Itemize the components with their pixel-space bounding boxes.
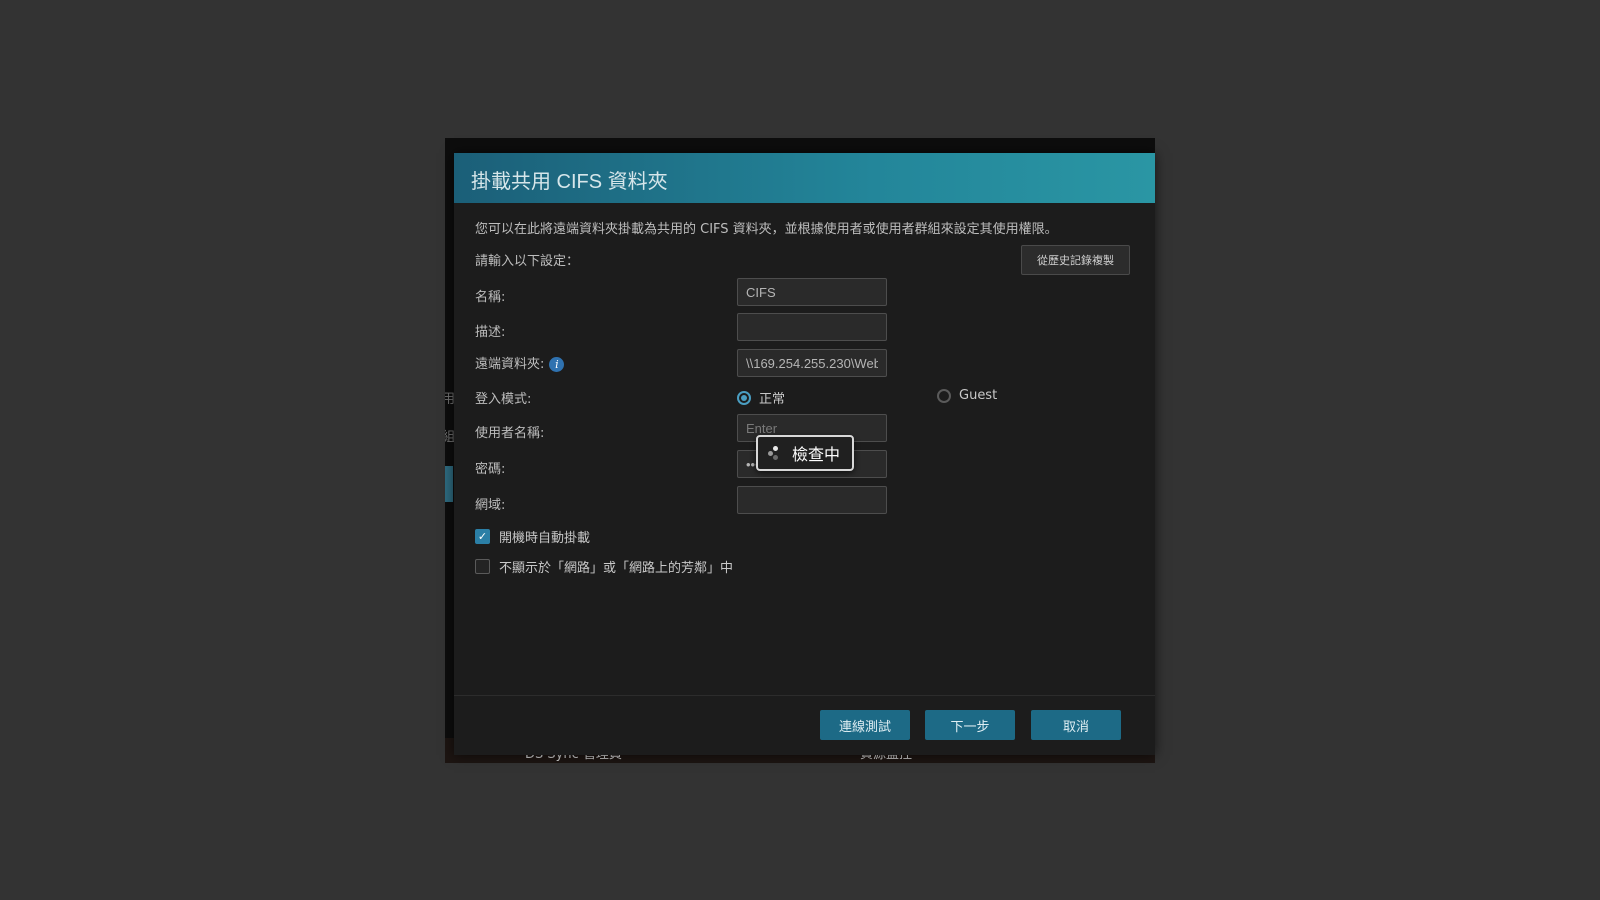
login-mode-guest-option[interactable]: Guest [937,388,997,403]
footer-divider [454,695,1155,696]
loading-spinner-icon [768,446,782,460]
checking-text: 檢查中 [792,445,841,464]
hide-network-option[interactable]: 不顯示於「網路」或「網路上的芳鄰」中 [475,557,733,576]
description-label: 描述: [475,325,506,340]
auto-mount-label: 開機時自動掛載 [499,531,591,546]
hide-network-checkbox[interactable] [475,559,490,574]
domain-field[interactable] [737,486,887,514]
radio-guest[interactable] [937,388,951,403]
hide-network-label: 不顯示於「網路」或「網路上的芳鄰」中 [499,561,734,576]
cancel-button[interactable]: 取消 [1031,710,1121,740]
radio-guest-label: Guest [959,388,998,403]
dialog-title: 掛載共用 CIFS 資料夾 [471,171,668,193]
radio-normal[interactable] [737,390,751,405]
remote-folder-label-row: 遠端資料夾: i [475,353,565,372]
login-mode-normal-option[interactable]: 正常 [737,388,785,407]
connection-test-button[interactable]: 連線測試 [820,710,910,740]
checking-overlay: 檢查中 [756,435,854,471]
radio-normal-label: 正常 [759,392,786,407]
remote-folder-field[interactable] [737,349,887,377]
login-mode-label: 登入模式: [475,392,532,407]
password-label: 密碼: [475,462,506,477]
dialog-description: 您可以在此將遠端資料夾掛載為共用的 CIFS 資料夾，並根據使用者或使用者群組來… [475,222,1058,237]
info-icon[interactable]: i [549,357,565,372]
name-field[interactable] [737,278,887,306]
bg-selected-bar [445,466,453,502]
name-label: 名稱: [475,290,506,305]
username-label: 使用者名稱: [475,426,545,441]
description-field[interactable] [737,313,887,341]
copy-from-history-button[interactable]: 從歷史記錄複製 [1021,245,1130,275]
domain-label: 網域: [475,498,506,513]
settings-prompt: 請輸入以下設定： [475,254,580,269]
next-button[interactable]: 下一步 [925,710,1015,740]
dialog-header: 掛載共用 CIFS 資料夾 [454,153,1155,203]
auto-mount-checkbox[interactable]: ✓ [475,529,490,544]
auto-mount-option[interactable]: ✓ 開機時自動掛載 [475,527,590,546]
remote-folder-label: 遠端資料夾: [475,357,545,372]
